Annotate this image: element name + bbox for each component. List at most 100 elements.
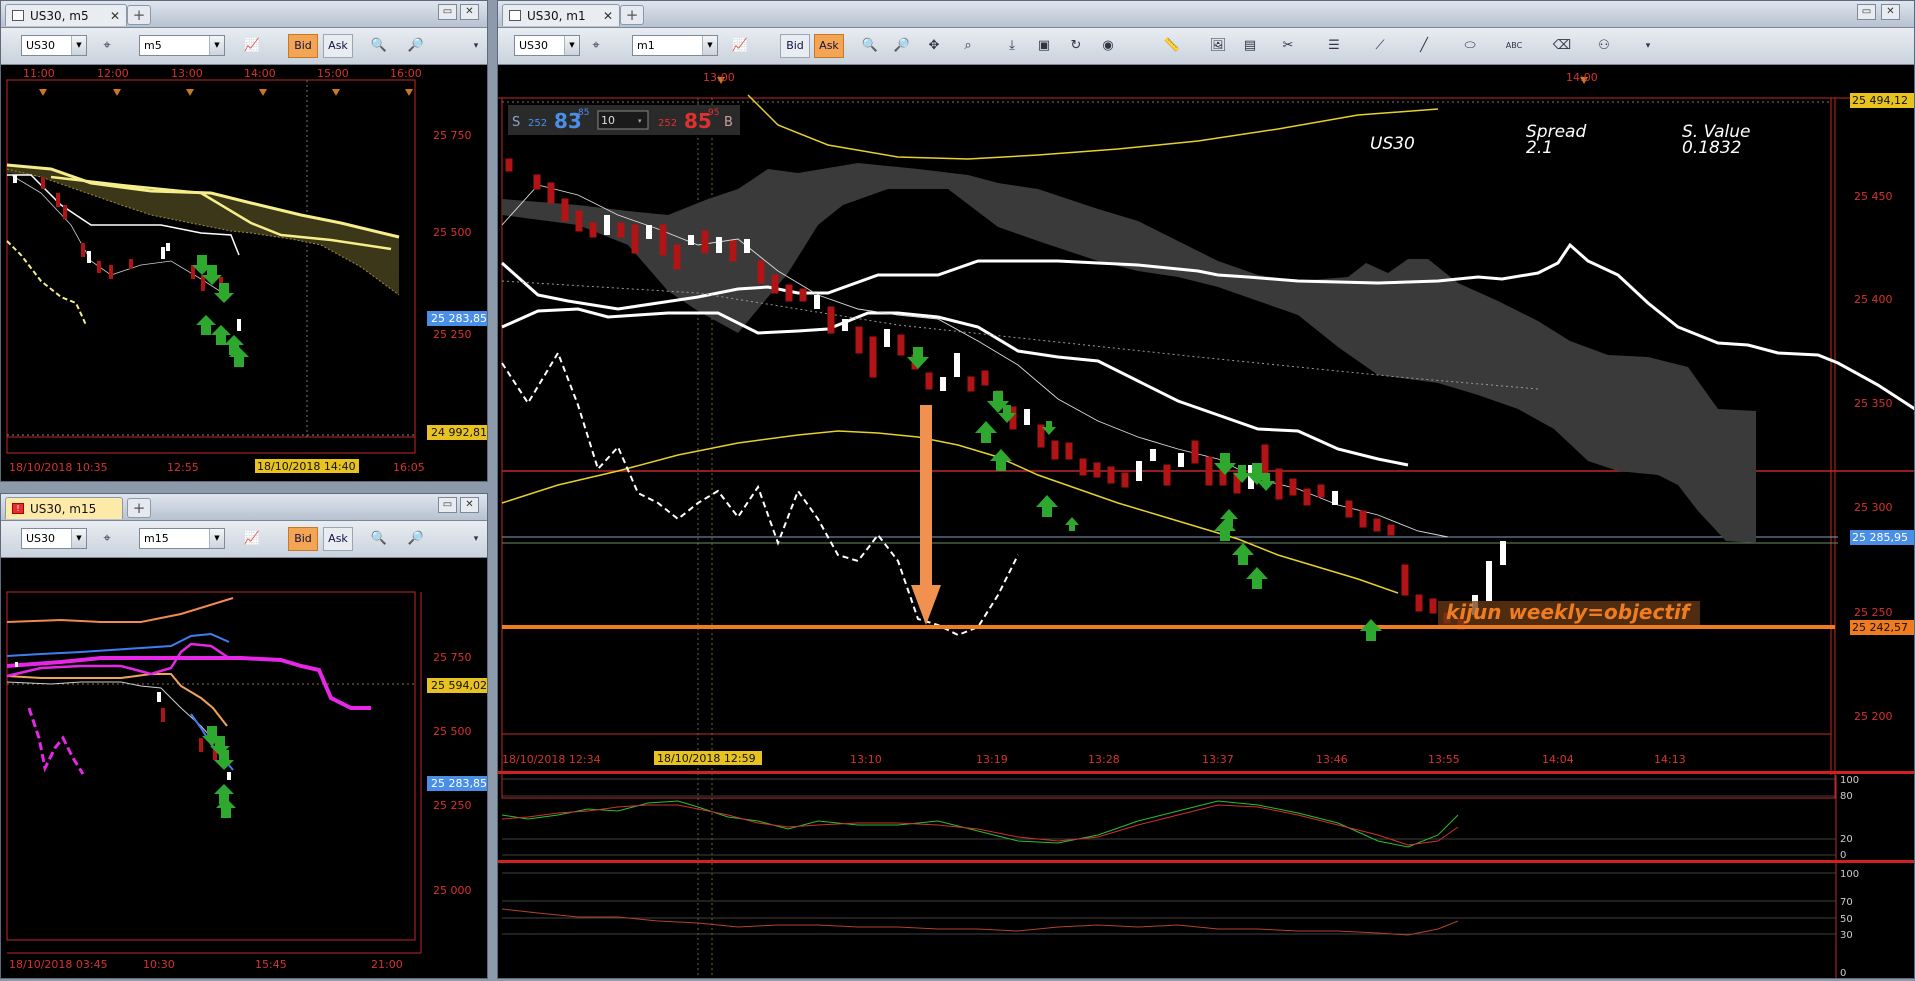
time-label: 13:55: [1428, 753, 1460, 766]
zoom-in-icon[interactable]: 🔍: [369, 36, 389, 56]
lot-stepper-icon[interactable]: ▾: [638, 117, 642, 125]
toolbar-menu-icon[interactable]: ▾: [466, 36, 486, 56]
price-label: 25 350: [1854, 397, 1893, 410]
image-icon[interactable]: 🖼: [1208, 36, 1228, 56]
minimize-window-button[interactable]: ▭: [1857, 4, 1876, 20]
symbol-select[interactable]: US30 ▼: [21, 528, 87, 549]
ask-button[interactable]: Ask: [323, 34, 353, 58]
scroll-end-icon[interactable]: ⤓: [1002, 36, 1022, 56]
time-label: 16:00: [390, 67, 422, 80]
bid-label: Bid: [294, 39, 312, 52]
tab-us30-m1[interactable]: US30, m1 ✕: [502, 4, 620, 26]
tab-us30-m5[interactable]: US30, m5 ✕: [5, 4, 127, 26]
chevron-down-icon: ▼: [71, 36, 86, 55]
crosshair-icon[interactable]: ⌖: [97, 36, 117, 56]
hierarchy-icon[interactable]: ⚇: [1594, 36, 1614, 56]
price-label: 25 750: [433, 129, 472, 142]
lines-icon[interactable]: ☰: [1324, 36, 1344, 56]
chevron-down-icon: ▼: [702, 36, 717, 55]
chevron-down-icon: ▼: [71, 529, 86, 548]
time-label: 18/10/2018 12:34: [502, 753, 601, 766]
close-tab-icon[interactable]: ✕: [603, 5, 613, 27]
level-label: 100: [1840, 775, 1859, 786]
timeframe-value: m1: [637, 39, 655, 52]
timeframe-value: m5: [144, 39, 162, 52]
price-chart-m5[interactable]: 25 750 25 500 25 250 25 283,85 24 992,81…: [1, 65, 488, 482]
magnifier-icon[interactable]: ⌕: [958, 36, 978, 56]
chevron-down-icon: ▼: [209, 36, 224, 55]
eraser-icon[interactable]: ⌫: [1552, 36, 1572, 56]
close-window-button[interactable]: ✕: [460, 497, 479, 513]
text-icon[interactable]: ABC: [1504, 36, 1524, 56]
ellipse-icon[interactable]: ⬭: [1460, 36, 1480, 56]
chart-type-icon[interactable]: 📈: [242, 529, 262, 549]
timeframe-select[interactable]: m15 ▼: [139, 528, 225, 549]
bid-button[interactable]: Bid: [780, 34, 810, 58]
bid-button[interactable]: Bid: [288, 527, 318, 551]
zoom-out-icon[interactable]: 🔎: [892, 36, 912, 56]
price-label: 25 500: [433, 226, 472, 239]
minimize-window-button[interactable]: ▭: [438, 4, 457, 20]
price-badge-current: 25 283,85: [431, 777, 487, 790]
bid-button[interactable]: Bid: [288, 34, 318, 58]
lot-input[interactable]: 10: [601, 114, 615, 127]
buy-label: B: [724, 115, 733, 130]
time-label: 13:46: [1316, 753, 1348, 766]
time-label: 14:00: [1566, 71, 1598, 84]
close-tab-icon[interactable]: ✕: [110, 5, 120, 27]
ruler-icon[interactable]: 📏: [1162, 36, 1182, 56]
globe-icon[interactable]: ◉: [1098, 36, 1118, 56]
close-window-button[interactable]: ✕: [460, 4, 479, 20]
timeframe-value: m15: [144, 532, 169, 545]
fan-icon[interactable]: ⟋: [1370, 36, 1390, 56]
price-chart-m15[interactable]: 25 750 25 594,02 25 500 25 283,85 25 250…: [1, 558, 488, 979]
new-tab-button[interactable]: +: [127, 5, 151, 25]
time-label: 14:00: [244, 67, 276, 80]
price-label: 25 250: [433, 328, 472, 341]
timeframe-select[interactable]: m5 ▼: [139, 35, 225, 56]
zoom-out-icon[interactable]: 🔎: [406, 36, 426, 56]
symbol-select[interactable]: US30 ▼: [21, 35, 87, 56]
tools-icon[interactable]: ✂: [1278, 36, 1298, 56]
price-label: 25 750: [433, 651, 472, 664]
time-label: 10:30: [143, 958, 175, 971]
ask-button[interactable]: Ask: [323, 527, 353, 551]
close-window-button[interactable]: ✕: [1881, 4, 1900, 20]
price-label: 25 400: [1854, 293, 1893, 306]
time-label: 14:13: [1654, 753, 1686, 766]
new-tab-button[interactable]: +: [127, 498, 151, 518]
time-label: 18/10/2018 10:35: [9, 461, 108, 474]
crosshair-icon[interactable]: ⌖: [586, 36, 606, 56]
chevron-down-icon: ▼: [209, 529, 224, 548]
level-label: 0: [1840, 968, 1846, 979]
bid-label: Bid: [294, 532, 312, 545]
cursor-icon[interactable]: ✥: [924, 36, 944, 56]
time-label: 13:10: [850, 753, 882, 766]
crosshair-icon[interactable]: ⌖: [97, 529, 117, 549]
price-badge-top: 25 494,12: [1852, 94, 1908, 107]
minimize-window-button[interactable]: ▭: [438, 497, 457, 513]
symbol-select[interactable]: US30 ▼: [514, 35, 580, 56]
price-chart-m1[interactable]: kijun weekly=objectif S 252 83 85 10 ▾ 2…: [498, 65, 1915, 979]
tab-us30-m15[interactable]: ! US30, m15: [5, 497, 123, 519]
screenshot-icon[interactable]: ▣: [1034, 36, 1054, 56]
zoom-in-icon[interactable]: 🔍: [860, 36, 880, 56]
toolbar-menu-icon[interactable]: ▾: [466, 529, 486, 549]
chart-type-icon[interactable]: 📈: [730, 36, 750, 56]
bid-label: Bid: [786, 39, 804, 52]
time-label: 12:55: [167, 461, 199, 474]
refresh-icon[interactable]: ↻: [1066, 36, 1086, 56]
timeframe-select[interactable]: m1 ▼: [632, 35, 718, 56]
time-label: 16:05: [393, 461, 425, 474]
ask-button[interactable]: Ask: [814, 34, 844, 58]
price-label: 25 300: [1854, 501, 1893, 514]
template-icon[interactable]: ▤: [1240, 36, 1260, 56]
chart-type-icon[interactable]: 📈: [242, 36, 262, 56]
zoom-out-icon[interactable]: 🔎: [406, 529, 426, 549]
price-label: 25 250: [433, 799, 472, 812]
new-tab-button[interactable]: +: [620, 5, 644, 25]
toolbar-menu-icon[interactable]: ▾: [1638, 36, 1658, 56]
trendline-icon[interactable]: ╱: [1414, 36, 1434, 56]
zoom-in-icon[interactable]: 🔍: [369, 529, 389, 549]
price-badge-current: 25 283,85: [431, 312, 487, 325]
